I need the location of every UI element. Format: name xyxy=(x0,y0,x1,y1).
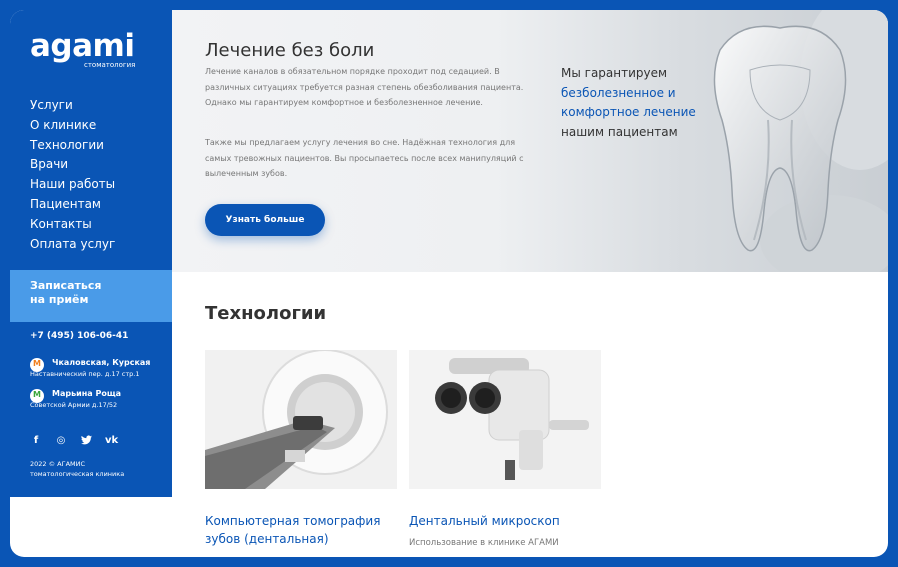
card-subtitle-microscope: Использование в клинике АГАМИ xyxy=(409,538,559,548)
social-links: f ◎ vk xyxy=(30,435,118,448)
instagram-icon[interactable]: ◎ xyxy=(55,435,67,448)
logo[interactable]: agami xyxy=(30,28,135,64)
hero-title: Лечение без боли xyxy=(205,40,375,61)
main-nav: Услуги О клинике Технологии Врачи Наши р… xyxy=(30,96,115,254)
metro-station: Марьина Роща xyxy=(52,389,122,398)
street-address: Советской Армии д.17/52 xyxy=(30,401,118,409)
hero-paragraph-2: Также мы предлагаем услугу лечения во сн… xyxy=(205,138,524,178)
logo-tagline: стоматология xyxy=(84,61,136,69)
nav-item-contacts[interactable]: Контакты xyxy=(30,215,115,235)
card-title-microscope[interactable]: Дентальный микроскоп xyxy=(409,512,599,530)
tooth-model-image xyxy=(713,10,888,272)
guarantee-outro: нашим пациентам xyxy=(561,124,678,139)
street-address: Наставнический пер. д.17 стр.1 xyxy=(30,370,140,378)
hero-paragraph-1: Лечение каналов в обязательном порядке п… xyxy=(205,67,524,107)
sidebar: agami стоматология Услуги О клинике Техн… xyxy=(10,10,172,497)
hero-banner: Лечение без боли Лечение каналов в обяза… xyxy=(172,10,888,272)
technologies-title: Технологии xyxy=(205,303,327,324)
copyright-line-2: томатологическая клиника xyxy=(30,469,125,478)
appointment-line-1: Записаться xyxy=(30,279,102,292)
nav-item-about[interactable]: О клинике xyxy=(30,116,115,136)
nav-item-payment[interactable]: Оплата услуг xyxy=(30,235,115,255)
nav-item-patients[interactable]: Пациентам xyxy=(30,195,115,215)
nav-item-works[interactable]: Наши работы xyxy=(30,175,115,195)
metro-station: Чкаловская, Курская xyxy=(52,358,151,367)
nav-item-services[interactable]: Услуги xyxy=(30,96,115,116)
copyright-line-1: 2022 © АГАМИС xyxy=(30,460,86,468)
guarantee-highlight: безболезненное и комфортное лечение xyxy=(561,85,696,120)
vk-icon[interactable]: vk xyxy=(105,435,118,448)
learn-more-button[interactable]: Узнать больше xyxy=(205,204,325,236)
appointment-button[interactable]: Записаться на приём xyxy=(10,270,172,322)
facebook-icon[interactable]: f xyxy=(30,435,42,448)
phone-link[interactable]: +7 (495) 106-06-41 xyxy=(30,331,128,341)
microscope-image[interactable] xyxy=(409,350,601,489)
card-title-ct[interactable]: Компьютерная томография зубов (дентальна… xyxy=(205,512,395,548)
appointment-line-2: на приём xyxy=(30,293,89,306)
ct-scanner-image[interactable] xyxy=(205,350,397,489)
nav-item-doctors[interactable]: Врачи xyxy=(30,155,115,175)
guarantee-intro: Мы гарантируем xyxy=(561,66,668,80)
copyright: 2022 © АГАМИС томатологическая клиника xyxy=(30,460,124,479)
page-frame: agami стоматология Услуги О клинике Техн… xyxy=(10,10,888,557)
nav-item-technologies[interactable]: Технологии xyxy=(30,136,115,156)
twitter-icon[interactable] xyxy=(80,435,92,448)
